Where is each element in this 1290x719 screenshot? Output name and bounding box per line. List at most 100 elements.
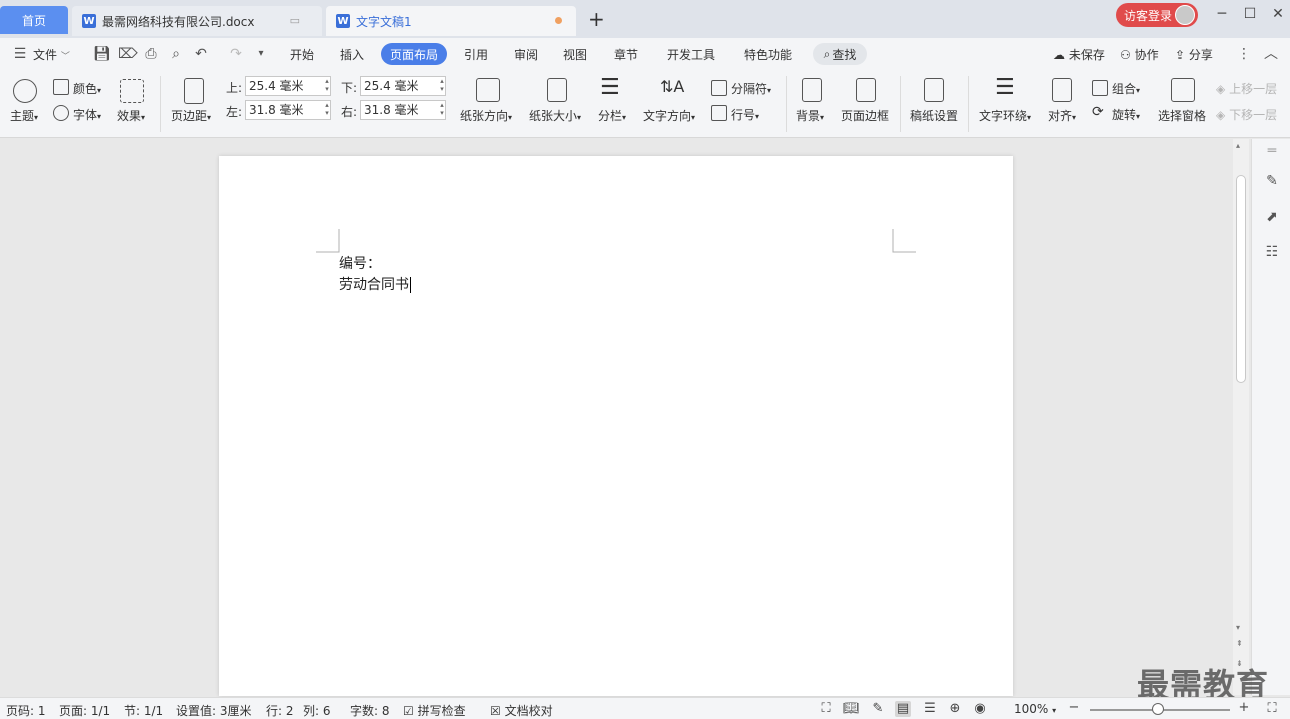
status-page-code[interactable]: 页码: 1 — [6, 702, 46, 719]
breaks-icon[interactable] — [711, 80, 727, 96]
left-margin-input[interactable]: 31.8 毫米 — [245, 100, 331, 120]
status-word-count[interactable]: 字数: 8 — [350, 702, 390, 719]
status-row[interactable]: 行: 2 — [266, 702, 294, 719]
menu-insert[interactable]: 插入 — [340, 46, 364, 63]
spell-check-button[interactable]: ☑ 拼写检查 — [403, 702, 466, 719]
bring-forward-button[interactable]: ◈ 上移一层 — [1216, 80, 1277, 97]
redo-icon[interactable]: ↷ — [228, 46, 244, 62]
zoom-slider-knob[interactable] — [1152, 703, 1164, 715]
color-icon[interactable] — [53, 79, 69, 95]
save-icon[interactable]: 💾︎ — [93, 46, 111, 62]
maximize-icon[interactable]: ☐ — [1240, 6, 1260, 22]
search-button[interactable]: ⌕ 查找 — [813, 43, 867, 65]
orientation-icon[interactable] — [476, 78, 500, 102]
document-page[interactable]: 编号： 劳动合同书 — [219, 156, 1013, 696]
print-icon[interactable]: ⎙ — [143, 46, 159, 62]
page-border-icon[interactable] — [856, 78, 876, 102]
scroll-down-icon[interactable]: ▾ — [1236, 623, 1240, 632]
scroll-up-icon[interactable]: ▴ — [1236, 141, 1240, 150]
menu-section[interactable]: 章节 — [614, 46, 638, 63]
menu-file[interactable]: 文件 ﹀ — [33, 46, 70, 63]
group-button[interactable]: 组合▾ — [1112, 80, 1140, 97]
manuscript-icon[interactable] — [924, 78, 944, 102]
page-border-button[interactable]: 页面边框 — [841, 107, 889, 124]
zoom-out-icon[interactable]: − — [1066, 700, 1082, 716]
manuscript-button[interactable]: 稿纸设置 — [910, 107, 958, 124]
align-button[interactable]: 对齐▾ — [1048, 107, 1076, 124]
breaks-button[interactable]: 分隔符▾ — [731, 80, 771, 97]
fullscreen-icon[interactable]: ⛶ — [818, 701, 834, 717]
document-line-number[interactable]: 编号： — [339, 253, 381, 273]
theme-button[interactable]: 主题▾ — [10, 107, 38, 124]
document-line-title[interactable]: 劳动合同书 — [339, 274, 411, 294]
fit-page-icon[interactable]: ⛶ — [1264, 701, 1280, 717]
line-numbers-button[interactable]: 行号▾ — [731, 106, 759, 123]
collapse-ribbon-icon[interactable]: ︿ — [1263, 46, 1279, 62]
tab-home[interactable]: 首页 — [0, 6, 68, 34]
menu-view[interactable]: 视图 — [563, 46, 587, 63]
selection-pane-button[interactable]: 选择窗格 — [1158, 107, 1206, 124]
status-setting-value[interactable]: 设置值: 3厘米 — [176, 702, 252, 719]
align-icon[interactable] — [1052, 78, 1072, 102]
page-view-icon[interactable]: ▤ — [895, 701, 911, 717]
effects-icon[interactable] — [120, 79, 144, 103]
more-options-icon[interactable]: ⋮ — [1236, 46, 1252, 62]
background-button[interactable]: 背景▾ — [796, 107, 824, 124]
settings-sliders-icon[interactable]: ☷ — [1264, 244, 1280, 260]
select-cursor-icon[interactable]: ⬈ — [1264, 209, 1280, 225]
rotate-icon[interactable]: ⟳ — [1092, 104, 1104, 120]
font-button[interactable]: 字体▾ — [73, 106, 101, 123]
text-wrap-button[interactable]: 文字环绕▾ — [979, 107, 1031, 124]
font-icon[interactable] — [53, 105, 69, 121]
text-direction-button[interactable]: 文字方向▾ — [643, 107, 695, 124]
group-icon[interactable] — [1092, 80, 1108, 96]
document-proofread-button[interactable]: ☒ 文档校对 — [490, 702, 553, 719]
tab-document-2[interactable]: W 文字文稿1 — [326, 6, 576, 36]
reading-mode-icon[interactable]: 📖︎ — [843, 701, 860, 717]
selection-pane-icon[interactable] — [1171, 78, 1195, 102]
status-pages[interactable]: 页面: 1/1 — [59, 702, 110, 719]
paper-size-button[interactable]: 纸张大小▾ — [529, 107, 581, 124]
margins-button[interactable]: 页边距▾ — [171, 107, 211, 124]
vertical-scrollbar[interactable]: ▴ ▾ ⇞ ⇟ — [1233, 139, 1249, 695]
status-section[interactable]: 节: 1/1 — [124, 702, 163, 719]
share-button[interactable]: ⇪ 分享 — [1175, 46, 1213, 63]
zoom-level[interactable]: 100% ▾ — [1014, 702, 1056, 716]
background-icon[interactable] — [802, 78, 822, 102]
collaborate-button[interactable]: ⚇ 协作 — [1120, 46, 1159, 63]
print-preview-icon[interactable]: ⌕ — [168, 46, 184, 62]
web-view-icon[interactable]: ⊕ — [947, 701, 963, 717]
tab-document-1[interactable]: W 最需网络科技有限公司.docx ▭ — [72, 6, 322, 36]
right-margin-input[interactable]: 31.8 毫米 — [360, 100, 446, 120]
top-margin-input[interactable]: 25.4 毫米 — [245, 76, 331, 96]
visitor-login-button[interactable]: 访客登录 — [1116, 3, 1198, 27]
columns-icon[interactable]: ☰ — [600, 76, 620, 100]
close-icon[interactable]: ✕ — [1268, 6, 1288, 22]
menu-start[interactable]: 开始 — [290, 46, 314, 63]
minimize-icon[interactable]: ─ — [1212, 6, 1232, 22]
monitor-icon[interactable]: ▭ — [290, 14, 300, 27]
line-numbers-icon[interactable] — [711, 105, 727, 121]
margins-icon[interactable] — [184, 78, 204, 104]
status-column[interactable]: 列: 6 — [303, 702, 331, 719]
send-backward-button[interactable]: ◈ 下移一层 — [1216, 106, 1277, 123]
menu-references[interactable]: 引用 — [464, 46, 488, 63]
prev-page-icon[interactable]: ⇞ — [1236, 639, 1243, 648]
bottom-margin-input[interactable]: 25.4 毫米 — [360, 76, 446, 96]
effects-button[interactable]: 效果▾ — [117, 107, 145, 124]
edit-pen-icon[interactable]: ✎ — [1264, 173, 1280, 189]
text-wrap-icon[interactable]: ☰ — [995, 76, 1015, 100]
orientation-button[interactable]: 纸张方向▾ — [460, 107, 512, 124]
color-button[interactable]: 颜色▾ — [73, 80, 101, 97]
text-direction-icon[interactable]: ⇅A — [660, 77, 684, 96]
hamburger-menu-icon[interactable]: ☰ — [12, 46, 28, 62]
new-tab-plus-icon[interactable]: + — [588, 8, 605, 30]
eye-protection-icon[interactable]: ◉ — [972, 701, 988, 717]
menu-page-layout[interactable]: 页面布局 — [381, 43, 447, 65]
scrollbar-thumb[interactable] — [1236, 175, 1246, 383]
write-mode-icon[interactable]: ✎ — [870, 701, 886, 717]
menu-special[interactable]: 特色功能 — [744, 46, 792, 63]
unsaved-button[interactable]: ☁ 未保存 — [1053, 46, 1105, 63]
menu-review[interactable]: 审阅 — [514, 46, 538, 63]
customize-toolbar-icon[interactable]: ▾ — [253, 46, 269, 62]
